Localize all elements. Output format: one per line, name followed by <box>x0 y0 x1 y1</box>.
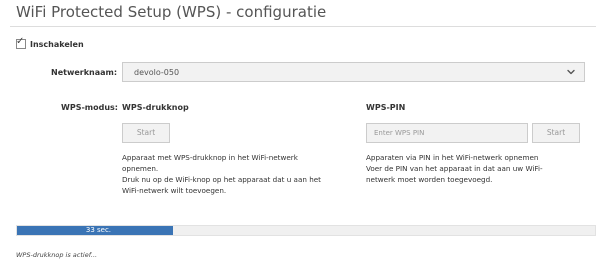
checkmark-icon: ✓ <box>16 36 25 47</box>
chevron-down-icon <box>567 69 575 75</box>
pushbutton-description-line: opnemen. <box>122 164 159 173</box>
wps-mode-label: WPS-modus: <box>61 103 118 112</box>
progress-countdown: 33 sec. <box>85 226 112 234</box>
enable-label: Inschakelen <box>30 39 84 49</box>
pushbutton-description: Apparaat met WPS-drukknop in het WiFi-ne… <box>122 152 321 196</box>
wps-pushbutton-title: WPS-drukknop <box>122 103 189 112</box>
progress-fill: 33 sec. <box>17 226 174 235</box>
pin-start-button[interactable]: Start <box>532 123 580 143</box>
page-title: WiFi Protected Setup (WPS) - configurati… <box>16 3 327 21</box>
pin-description-line: Apparaten via PIN in het WiFi-netwerk op… <box>366 153 539 162</box>
wps-pin-input[interactable] <box>366 123 528 143</box>
wps-configuration-panel: WiFi Protected Setup (WPS) - configurati… <box>0 0 599 263</box>
pin-description-line: Voer de PIN van het apparaat in dat aan … <box>366 164 543 173</box>
network-name-label: Netwerknaam: <box>51 68 118 77</box>
pushbutton-description-line: WiFi-netwerk wilt toevoegen. <box>122 186 227 195</box>
pin-description-line: netwerk moet worden toegevoegd. <box>366 175 493 184</box>
pin-description: Apparaten via PIN in het WiFi-netwerk op… <box>366 152 543 185</box>
status-text: WPS-drukknop is actief... <box>16 251 98 259</box>
title-divider <box>10 26 596 27</box>
pushbutton-description-line: Apparaat met WPS-drukknop in het WiFi-ne… <box>122 153 298 162</box>
network-name-select[interactable]: devolo-050 <box>122 62 585 82</box>
wps-pin-title: WPS-PIN <box>366 103 406 112</box>
wps-progress-bar: 33 sec. <box>16 225 596 236</box>
pushbutton-description-line: Druk nu op de WiFi-knop op het apparaat … <box>122 175 321 184</box>
pushbutton-start-button[interactable]: Start <box>122 123 170 143</box>
enable-row[interactable]: ✓ Inschakelen <box>16 36 84 49</box>
network-name-value: devolo-050 <box>134 68 180 77</box>
enable-checkbox[interactable]: ✓ <box>16 36 26 49</box>
